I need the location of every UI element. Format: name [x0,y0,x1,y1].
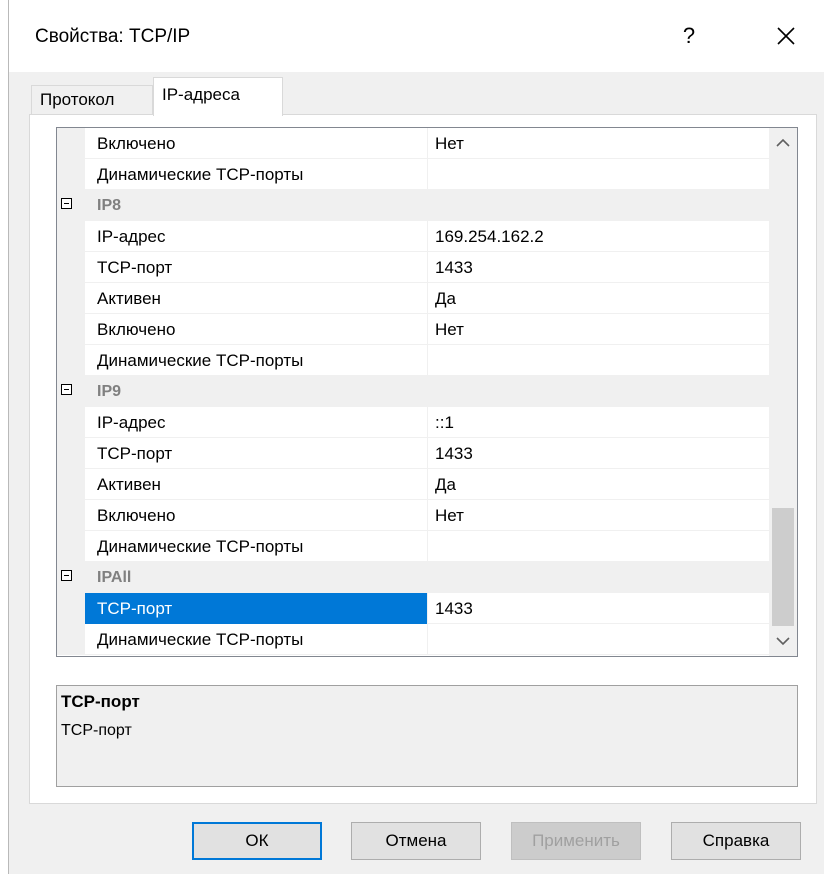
row-gutter [57,407,85,438]
category-label: IP9 [97,383,122,400]
property-row[interactable]: IP-адрес 169.254.162.2 [57,221,770,252]
property-row[interactable]: Включено Нет [57,314,770,345]
property-grid-rows: Включено Нет Динамические TCP-порты IP8 IP-а… [57,128,770,655]
tab-protocol[interactable]: Протокол [31,85,153,115]
property-name[interactable]: TCP-порт [85,438,428,469]
description-text: TCP-порт [61,722,132,739]
cancel-button-label: Отмена [385,831,447,850]
vertical-scrollbar[interactable] [769,128,797,656]
property-row[interactable]: Активен Да [57,469,770,500]
close-icon [777,27,795,45]
property-row[interactable]: TCP-порт 1433 [57,252,770,283]
row-gutter [57,345,85,376]
cancel-button[interactable]: Отмена [351,822,481,860]
category-row[interactable]: IP9 [57,376,770,407]
property-row[interactable]: TCP-порт 1433 [57,438,770,469]
property-name[interactable]: Включено [85,314,428,345]
row-gutter [57,500,85,531]
property-value[interactable] [429,531,770,562]
property-value[interactable]: Да [429,469,770,500]
title-bar: Свойства: TCP/IP ? [9,0,824,72]
property-value[interactable]: Нет [429,500,770,531]
property-name[interactable]: Динамические TCP-порты [85,345,428,376]
row-gutter [57,252,85,283]
property-value[interactable] [429,345,770,376]
property-row[interactable]: Включено Нет [57,128,770,159]
row-gutter [57,438,85,469]
row-gutter [57,624,85,655]
description-title: TCP-порт [61,692,140,711]
close-button[interactable] [761,18,811,54]
property-name[interactable]: Активен [85,469,428,500]
property-name[interactable]: Динамические TCP-порты [85,624,428,655]
property-name[interactable]: TCP-порт [85,252,428,283]
scroll-down-button[interactable] [769,626,797,656]
tab-panel: Включено Нет Динамические TCP-порты IP8 IP-а… [29,114,817,804]
category-row[interactable]: IPAll [57,562,770,593]
property-value[interactable]: ::1 [429,407,770,438]
help-icon: ? [682,23,696,48]
tab-ip-addresses[interactable]: IP-адреса [153,77,283,116]
row-gutter [57,314,85,345]
property-grid: Включено Нет Динамические TCP-порты IP8 IP-а… [56,127,798,657]
scrollbar-thumb[interactable] [772,508,794,626]
description-panel: TCP-порт TCP-порт [56,685,798,787]
property-value[interactable]: 1433 [429,252,770,283]
property-name[interactable]: TCP-порт [85,593,428,624]
dialog-window: Свойства: TCP/IP ? Протокол IP-адреса Вк… [8,0,824,874]
chevron-down-icon [776,637,790,646]
tab-label: Протокол [40,90,115,109]
row-gutter [57,531,85,562]
property-row[interactable]: Динамические TCP-порты [57,624,770,655]
row-gutter [57,159,85,190]
minus-box-icon[interactable] [61,198,72,209]
property-value[interactable] [429,624,770,655]
tab-label: IP-адреса [162,85,240,104]
apply-button-label: Применить [532,831,620,850]
property-name[interactable]: Активен [85,283,428,314]
property-value[interactable]: Да [429,283,770,314]
property-row[interactable]: Динамические TCP-порты [57,531,770,562]
property-name[interactable]: Включено [85,128,428,159]
property-name[interactable]: IP-адрес [85,407,428,438]
apply-button[interactable]: Применить [511,822,641,860]
row-gutter [57,593,85,624]
property-row[interactable]: IP-адрес::1 [57,407,770,438]
property-value[interactable]: Нет [429,128,770,159]
ok-button[interactable]: ОК [192,822,322,860]
help-dialog-button-label: Справка [702,831,770,850]
property-value[interactable]: 1433 [429,438,770,469]
property-row[interactable]: Динамические TCP-порты [57,159,770,190]
category-label: IPAll [97,569,132,586]
help-button[interactable]: ? [669,18,709,54]
minus-box-icon[interactable] [61,570,72,581]
category-label: IP8 [97,197,122,214]
property-name[interactable]: Динамические TCP-порты [85,531,428,562]
row-gutter [57,283,85,314]
property-value[interactable] [429,159,770,190]
property-name[interactable]: Динамические TCP-порты [85,159,428,190]
property-value[interactable]: Нет [429,314,770,345]
scroll-up-button[interactable] [769,128,797,158]
property-name[interactable]: Включено [85,500,428,531]
row-gutter [57,221,85,252]
minus-box-icon[interactable] [61,384,72,395]
help-dialog-button[interactable]: Справка [671,822,801,860]
category-row[interactable]: IP8 [57,190,770,221]
property-value[interactable]: 169.254.162.2 [429,221,770,252]
ok-button-label: ОК [245,831,269,850]
row-gutter [57,128,85,159]
row-gutter [57,469,85,500]
property-row[interactable]: Активен Да [57,283,770,314]
property-row[interactable]: TCP-порт 1433 [57,593,770,624]
chevron-up-icon [776,138,790,147]
property-row[interactable]: Включено Нет [57,500,770,531]
property-value[interactable]: 1433 [429,593,770,624]
property-name[interactable]: IP-адрес [85,221,428,252]
property-row[interactable]: Динамические TCP-порты [57,345,770,376]
dialog-title: Свойства: TCP/IP [35,26,191,47]
